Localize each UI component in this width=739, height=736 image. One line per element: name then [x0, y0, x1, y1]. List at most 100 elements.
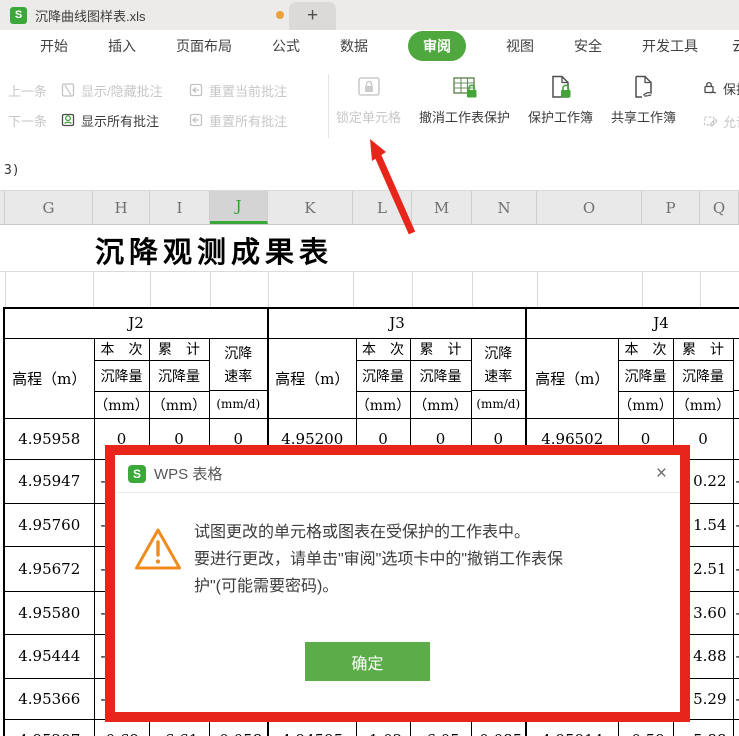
menu-tab-3[interactable]: 页面布局 [176, 36, 232, 56]
protected-sheet-dialog: S WPS 表格 × 试图更改的单元格或图表在受保护的工作表中。 要进行更改，请… [115, 455, 680, 712]
annotation-red-box: S WPS 表格 × 试图更改的单元格或图表在受保护的工作表中。 要进行更改，请… [105, 445, 690, 722]
ribbon-button-toggle-comment-icon[interactable]: 显示/隐藏批注 [60, 80, 163, 100]
column-header-N[interactable]: N [472, 191, 537, 224]
protect-workbook-icon [548, 73, 574, 100]
cell[interactable] [732, 417, 739, 460]
group-header-J4[interactable]: J4 [525, 307, 739, 339]
warning-icon [135, 528, 181, 570]
ribbon-button-label: 显示/隐藏批注 [81, 83, 163, 99]
protect-share-icon [702, 80, 718, 96]
header-cumulative-settlement-J2[interactable]: 累 计沉降量 （mm） [148, 337, 210, 419]
column-header-I[interactable]: I [150, 191, 210, 224]
header-current-settlement-J4[interactable]: 本 次沉降量 （mm） [617, 337, 674, 419]
group-header-J3[interactable]: J3 [267, 307, 527, 339]
reset-current-comment-icon [188, 82, 204, 98]
menu-tab-4[interactable]: 公式 [272, 36, 300, 56]
header-settlement-rate-J4[interactable]: 沉降速率(mm/d) [732, 337, 739, 419]
column-header-K[interactable]: K [268, 191, 353, 224]
column-header-O[interactable]: O [537, 191, 642, 224]
unsaved-indicator-dot [276, 11, 284, 19]
reset-all-comments-icon [188, 112, 204, 128]
ribbon-right-group: 保护并共享工作簿允许用户编辑区域 [702, 78, 739, 131]
comment-reset-group: 重置当前批注 重置所有批注 [188, 80, 287, 130]
formula-bar[interactable]: 3) [0, 150, 739, 191]
cell[interactable]: 4.95297 [3, 718, 95, 736]
cell[interactable]: - [732, 502, 739, 547]
ribbon-button-label: 保护工作簿 [528, 110, 594, 125]
ribbon-button-allow-edit-ranges-icon[interactable]: 允许用户编辑区域 [702, 111, 739, 131]
column-header-J[interactable]: J [210, 191, 268, 224]
ribbon-button-unprotect-sheet-icon[interactable]: 撤消工作表保护 [419, 73, 510, 126]
cell[interactable]: - [732, 718, 739, 736]
menu-tab-10[interactable]: 云服务 [732, 36, 739, 56]
column-header-M[interactable]: M [412, 191, 472, 224]
header-settlement-rate-J3[interactable]: 沉降 速率 (mm/d) [470, 337, 527, 419]
header-elevation-J3[interactable]: 高程（m） [267, 337, 357, 419]
ribbon-button-label: 重置当前批注 [209, 83, 288, 99]
menu-tab-5[interactable]: 数据 [340, 36, 368, 56]
wps-file-icon: S [10, 6, 27, 24]
header-cumulative-settlement-J4[interactable]: 累 计沉降量 （mm） [672, 337, 734, 419]
lock-cell-icon [356, 73, 382, 100]
dialog-message: 试图更改的单元格或图表在受保护的工作表中。 要进行更改，请单击"审阅"选项卡中的… [194, 524, 564, 595]
cell[interactable]: 4.95947 [3, 458, 95, 504]
cell[interactable]: 4.95672 [3, 545, 95, 592]
dialog-title: WPS 表格 [154, 466, 223, 483]
unprotect-sheet-icon [452, 73, 478, 100]
menu-tab-1[interactable]: 开始 [40, 36, 68, 56]
new-tab-button[interactable]: + [289, 2, 336, 30]
allow-edit-ranges-icon [702, 113, 718, 129]
comment-show-group: 显示/隐藏批注 显示所有批注 [60, 80, 163, 130]
header-elevation-J4[interactable]: 高程（m） [525, 337, 619, 419]
ribbon-button-lock-cell-icon[interactable]: 锁定单元格 [336, 73, 401, 126]
header-elevation-J2[interactable]: 高程（m） [3, 337, 95, 419]
menu-tab-2[interactable]: 插入 [108, 36, 136, 56]
column-header-L[interactable]: L [353, 191, 412, 224]
column-header-H[interactable]: H [93, 191, 150, 224]
menu-tab-9[interactable]: 开发工具 [642, 36, 698, 56]
menu-tab-8[interactable]: 安全 [574, 36, 602, 56]
header-cumulative-settlement-J3[interactable]: 累 计沉降量 （mm） [409, 337, 472, 419]
ribbon-button-protect-share-icon[interactable]: 保护并共享工作簿 [702, 78, 739, 98]
cell[interactable]: 4.95366 [3, 677, 95, 720]
ribbon-button-protect-workbook-icon[interactable]: 保护工作簿 [528, 73, 593, 126]
group-header-J2[interactable]: J2 [3, 307, 269, 339]
cell[interactable]: - [732, 677, 739, 720]
ribbon-button-下一条[interactable]: 下一条 [8, 110, 47, 130]
wps-spreadsheet-window: S 沉降曲线图样表.xls + 开始 插入 页面布局 公式 数据 审阅 视图 安全 开发工具 云服… [0, 0, 739, 736]
cell[interactable]: - [732, 545, 739, 592]
close-icon[interactable]: × [656, 464, 667, 483]
ribbon-button-share-workbook-icon[interactable]: 共享工作簿 [611, 73, 676, 126]
column-header-P[interactable]: P [642, 191, 700, 224]
ribbon-button-label: 共享工作簿 [611, 110, 677, 125]
column-header-Q[interactable]: Q [700, 191, 739, 224]
document-tab-title: 沉降曲线图样表.xls [35, 8, 146, 24]
cell[interactable]: - [732, 458, 739, 504]
cell[interactable]: - [732, 590, 739, 635]
cell[interactable]: 4.95760 [3, 502, 95, 547]
header-settlement-rate-J2[interactable]: 沉降 速率 (mm/d) [208, 337, 269, 419]
titlebar: S 沉降曲线图样表.xls + [0, 0, 739, 30]
ribbon-button-label: 上一条 [8, 83, 48, 99]
ribbon-button-reset-all-comments-icon[interactable]: 重置所有批注 [188, 110, 287, 130]
cell[interactable]: - [732, 633, 739, 679]
ribbon-button-label: 显示所有批注 [81, 113, 160, 129]
ribbon-separator [328, 74, 329, 138]
sheet-title[interactable]: 沉降观测成果表 [95, 229, 333, 271]
ok-button[interactable]: 确定 [305, 642, 430, 681]
column-headers: GHIJKLMNOPQ [0, 191, 739, 225]
cell[interactable]: 4.95580 [3, 590, 95, 635]
header-current-settlement-J3[interactable]: 本 次沉降量 （mm） [355, 337, 411, 419]
ribbon-button-label: 重置所有批注 [209, 113, 288, 129]
header-current-settlement-J2[interactable]: 本 次沉降量 （mm） [93, 337, 150, 419]
ribbon-button-label: 锁定单元格 [336, 110, 402, 125]
menu-tab-7[interactable]: 视图 [506, 36, 534, 56]
ribbon-button-上一条[interactable]: 上一条 [8, 80, 47, 100]
document-tab[interactable]: S 沉降曲线图样表.xls [10, 0, 146, 30]
cell[interactable]: 4.95958 [3, 417, 95, 460]
ribbon-button-show-all-comments-icon[interactable]: 显示所有批注 [60, 110, 163, 130]
menu-tab-6[interactable]: 审阅 [408, 31, 466, 61]
ribbon-button-reset-current-comment-icon[interactable]: 重置当前批注 [188, 80, 287, 100]
column-header-G[interactable]: G [5, 191, 93, 224]
cell[interactable]: 4.95444 [3, 633, 95, 679]
